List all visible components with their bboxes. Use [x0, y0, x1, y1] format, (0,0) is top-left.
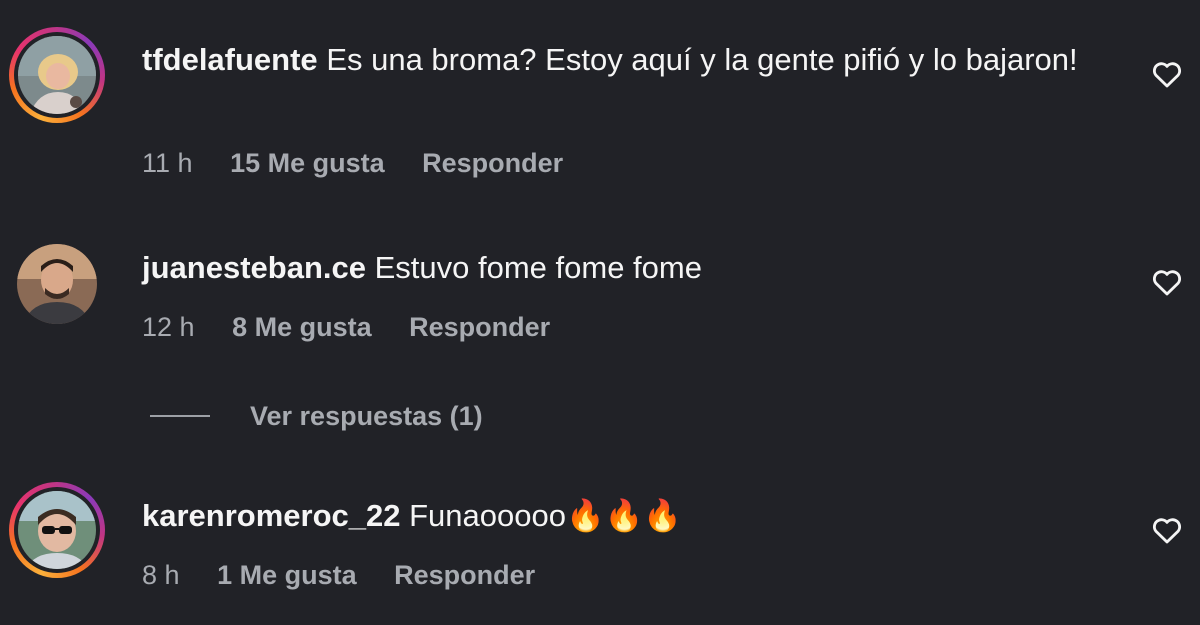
comment-time: 8 h — [142, 560, 180, 590]
reply-button[interactable]: Responder — [394, 560, 535, 590]
comment-username[interactable]: karenromeroc_22 — [142, 498, 401, 533]
heart-icon[interactable] — [1150, 265, 1184, 299]
avatar — [18, 491, 96, 569]
avatar[interactable] — [17, 244, 97, 324]
likes-count[interactable]: 1 Me gusta — [217, 560, 357, 590]
comment-username[interactable]: tfdelafuente — [142, 42, 318, 77]
comment-username[interactable]: juanesteban.ce — [142, 250, 366, 285]
avatar-story-ring[interactable] — [9, 27, 105, 123]
likes-count[interactable]: 8 Me gusta — [232, 312, 372, 342]
comment-meta: 12 h 8 Me gusta Responder — [142, 312, 580, 343]
reply-button[interactable]: Responder — [409, 312, 550, 342]
comment-text: Estuvo fome fome fome — [374, 250, 702, 285]
replies-divider — [150, 415, 210, 417]
comment-text: Funaooooo🔥🔥🔥 — [409, 498, 682, 533]
avatar — [18, 36, 96, 114]
likes-count[interactable]: 15 Me gusta — [230, 148, 385, 178]
avatar-story-ring[interactable] — [9, 482, 105, 578]
view-replies-label: Ver respuestas (1) — [250, 400, 483, 431]
comment-meta: 8 h 1 Me gusta Responder — [142, 560, 565, 591]
heart-icon[interactable] — [1150, 513, 1184, 547]
comment-time: 12 h — [142, 312, 195, 342]
comment-text: Es una broma? Estoy aquí y la gente pifi… — [326, 42, 1078, 77]
view-replies-button[interactable]: Ver respuestas (1) — [150, 396, 483, 436]
reply-button[interactable]: Responder — [422, 148, 563, 178]
comment-meta: 11 h 15 Me gusta Responder — [142, 148, 593, 179]
comment-time: 11 h — [142, 148, 193, 178]
heart-icon[interactable] — [1150, 57, 1184, 91]
